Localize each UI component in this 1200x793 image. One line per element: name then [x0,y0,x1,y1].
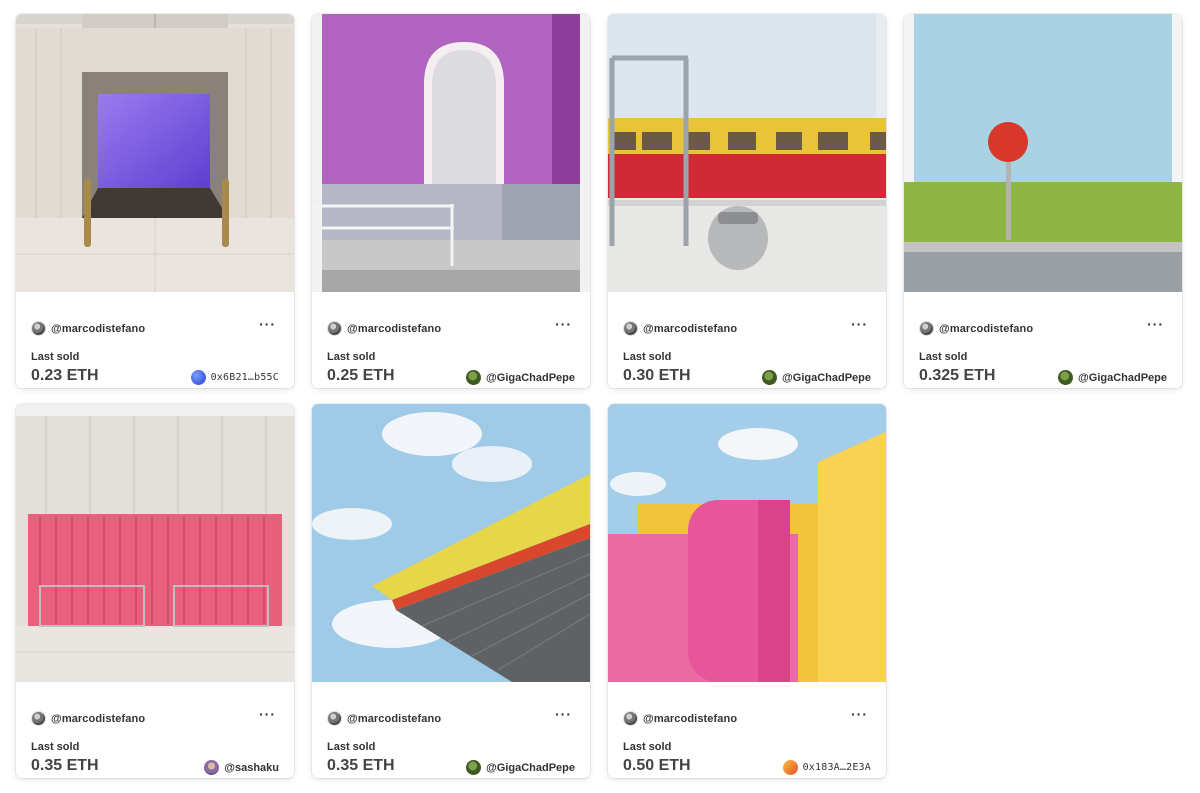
creator[interactable]: @marcodistefano [31,321,145,336]
owner-username[interactable]: @GigaChadPepe [782,372,871,384]
last-sold-label: Last sold [31,351,80,363]
owner-avatar [190,370,206,385]
owner-avatar [466,370,482,385]
more-options-icon[interactable]: ··· [259,316,276,332]
nft-artwork-pink-yellow-building[interactable] [608,404,886,682]
nft-artwork-purple-wall[interactable] [312,14,590,292]
creator[interactable]: @marcodistefano [623,711,737,726]
owner-address[interactable]: 0x6B21…b55C [211,372,279,383]
nft-card[interactable]: @marcodistefano ··· Last sold 0.35 ETH @… [16,404,294,778]
price: 0.35 ETH [31,757,99,774]
owner-avatar [466,760,482,775]
creator-avatar [623,321,638,336]
nft-artwork-canopy[interactable] [312,404,590,682]
nft-card[interactable]: @marcodistefano ··· Last sold 0.50 ETH 0… [608,404,886,778]
nft-artwork-train[interactable] [608,14,886,292]
nft-card[interactable]: @marcodistefano ··· Last sold 0.23 ETH 0… [16,14,294,388]
owner-username[interactable]: @sashaku [224,762,279,774]
creator-avatar [327,321,342,336]
last-sold-label: Last sold [919,351,968,363]
nft-card[interactable]: @marcodistefano ··· Last sold 0.30 ETH @… [608,14,886,388]
owner-avatar [782,760,798,775]
price: 0.35 ETH [327,757,395,774]
creator-avatar [31,321,46,336]
owner[interactable]: @GigaChadPepe [466,370,575,385]
price: 0.30 ETH [623,367,691,384]
owner-username[interactable]: @GigaChadPepe [1078,372,1167,384]
last-sold-label: Last sold [31,741,80,753]
owner-avatar [762,370,778,385]
creator-avatar [623,711,638,726]
last-sold-label: Last sold [327,741,376,753]
creator[interactable]: @marcodistefano [623,321,737,336]
owner[interactable]: @sashaku [204,760,279,775]
more-options-icon[interactable]: ··· [1147,316,1164,332]
more-options-icon[interactable]: ··· [555,316,572,332]
more-options-icon[interactable]: ··· [851,706,868,722]
nft-card[interactable]: @marcodistefano ··· Last sold 0.25 ETH @… [312,14,590,388]
nft-card[interactable]: @marcodistefano ··· Last sold 0.35 ETH @… [312,404,590,778]
creator[interactable]: @marcodistefano [327,321,441,336]
creator[interactable]: @marcodistefano [31,711,145,726]
creator[interactable]: @marcodistefano [327,711,441,726]
nft-artwork-purple-doorway[interactable] [16,14,294,292]
creator[interactable]: @marcodistefano [919,321,1033,336]
nft-artwork-pink-container[interactable] [16,404,294,682]
owner-username[interactable]: @GigaChadPepe [486,762,575,774]
owner-avatar [204,760,220,775]
price: 0.25 ETH [327,367,395,384]
owner-avatar [1058,370,1074,385]
creator-avatar [327,711,342,726]
more-options-icon[interactable]: ··· [555,706,572,722]
price: 0.325 ETH [919,367,996,384]
owner[interactable]: 0x183A…2E3A [782,760,871,775]
creator-name[interactable]: @marcodistefano [347,323,441,335]
owner[interactable]: @GigaChadPepe [762,370,871,385]
more-options-icon[interactable]: ··· [259,706,276,722]
nft-card[interactable]: @marcodistefano ··· Last sold 0.325 ETH … [904,14,1182,388]
creator-name[interactable]: @marcodistefano [643,713,737,725]
price: 0.23 ETH [31,367,99,384]
last-sold-label: Last sold [623,351,672,363]
price: 0.50 ETH [623,757,691,774]
owner[interactable]: 0x6B21…b55C [190,370,279,385]
owner-username[interactable]: @GigaChadPepe [486,372,575,384]
owner-address[interactable]: 0x183A…2E3A [803,762,871,773]
creator-name[interactable]: @marcodistefano [51,323,145,335]
creator-name[interactable]: @marcodistefano [347,713,441,725]
creator-avatar [31,711,46,726]
owner[interactable]: @GigaChadPepe [1058,370,1167,385]
nft-artwork-red-sign[interactable] [904,14,1182,292]
last-sold-label: Last sold [327,351,376,363]
creator-name[interactable]: @marcodistefano [643,323,737,335]
creator-name[interactable]: @marcodistefano [51,713,145,725]
creator-avatar [919,321,934,336]
creator-name[interactable]: @marcodistefano [939,323,1033,335]
more-options-icon[interactable]: ··· [851,316,868,332]
last-sold-label: Last sold [623,741,672,753]
owner[interactable]: @GigaChadPepe [466,760,575,775]
